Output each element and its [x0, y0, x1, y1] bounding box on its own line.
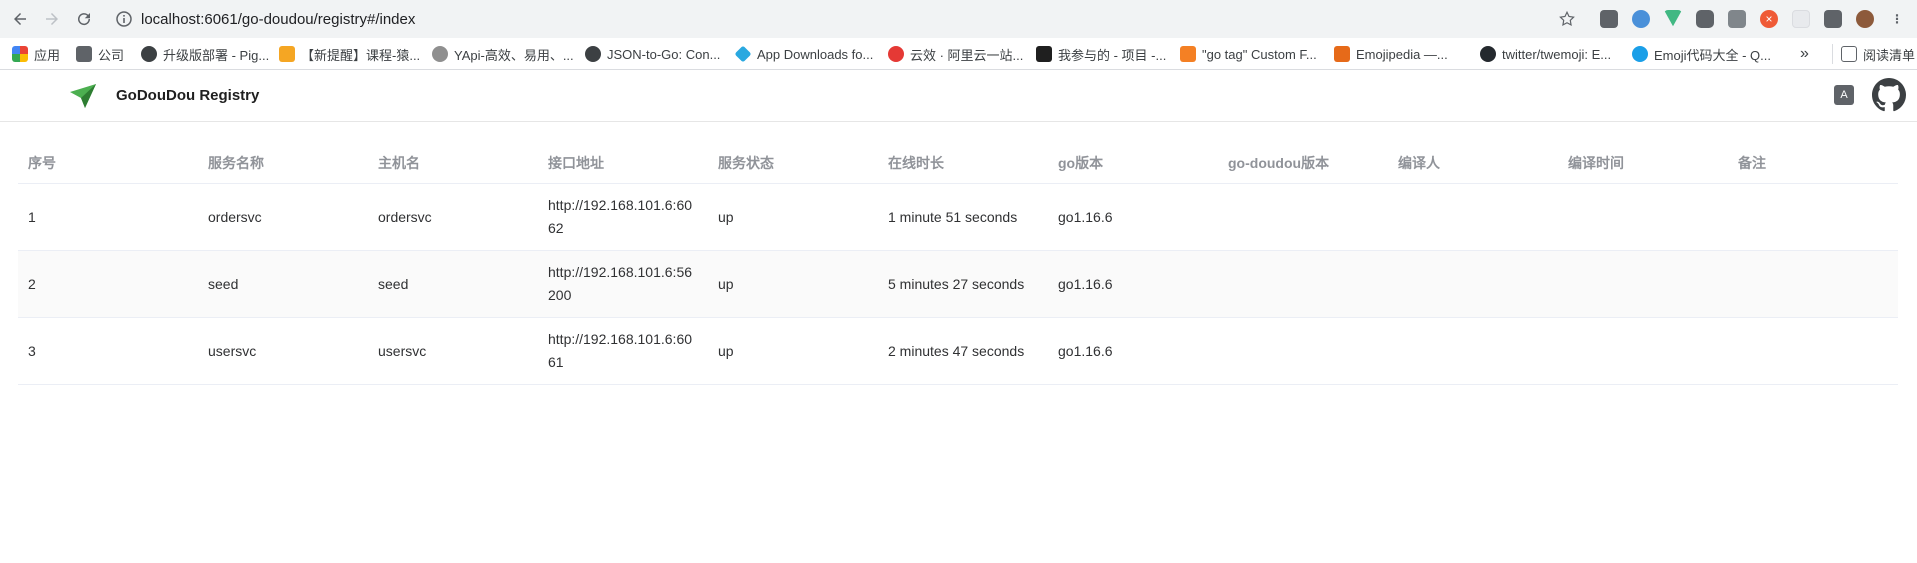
address-bar[interactable]: localhost:6061/go-doudou/registry#/index	[108, 5, 1586, 33]
bookmark-item[interactable]: 我参与的 - 项目 -...	[1036, 44, 1166, 64]
bookmark-item[interactable]: YApi-高效、易用、...	[432, 44, 574, 64]
close-circle-extension-icon[interactable]: ×	[1760, 10, 1778, 28]
registry-table: 序号 服务名称 主机名 接口地址 服务状态 在线时长 go版本 go-doudo…	[18, 142, 1898, 385]
cell-go-version: go1.16.6	[1058, 208, 1113, 225]
reload-icon	[78, 13, 91, 26]
cup-extension-icon[interactable]	[1600, 10, 1618, 28]
apps-grid-icon	[12, 46, 28, 62]
logo-icon	[70, 84, 96, 108]
url-text[interactable]: localhost:6061/go-doudou/registry#/index	[141, 11, 415, 28]
cell-status: up	[718, 342, 734, 359]
column-header-service-name[interactable]: 服务名称	[198, 142, 368, 183]
cell-base-url: http://192.168.101.6:56200	[548, 264, 693, 303]
q-icon	[1632, 46, 1648, 62]
reading-list-icon	[1841, 46, 1857, 62]
app-header: GoDouDou Registry A	[0, 70, 1917, 122]
brand-title: GoDouDou Registry	[116, 87, 260, 104]
avatar[interactable]	[1856, 10, 1874, 28]
bookmark-folder-company[interactable]: 公司	[76, 44, 124, 64]
bookmark-item[interactable]: twitter/twemoji: E...	[1480, 44, 1611, 64]
bookmark-star-icon[interactable]	[1558, 10, 1576, 28]
column-header-build-user[interactable]: 编译人	[1388, 142, 1558, 183]
cell-hostname: usersvc	[378, 342, 427, 359]
back-button[interactable]	[8, 7, 32, 31]
site-favicon-icon	[279, 46, 295, 62]
cell-service-name: usersvc	[208, 342, 257, 359]
blank-extension-icon[interactable]	[1792, 10, 1810, 28]
cell-go-version: go1.16.6	[1058, 275, 1113, 292]
column-header-index[interactable]: 序号	[18, 142, 198, 183]
bookmark-item[interactable]: "go tag" Custom F...	[1180, 44, 1317, 64]
cell-index: 1	[28, 208, 36, 225]
column-header-status[interactable]: 服务状态	[708, 142, 878, 183]
table-header: 序号 服务名称 主机名 接口地址 服务状态 在线时长 go版本 go-doudo…	[18, 142, 1898, 184]
cell-index: 3	[28, 342, 36, 359]
column-header-build-time[interactable]: 编译时间	[1558, 142, 1728, 183]
arrow-left-icon	[14, 13, 26, 25]
table-row[interactable]: 1 ordersvc ordersvc http://192.168.101.6…	[18, 184, 1898, 251]
vue-devtools-icon[interactable]	[1664, 10, 1682, 27]
bookmark-item[interactable]: 【新提醒】课程-猿...	[279, 44, 420, 64]
emojipedia-icon	[1334, 46, 1350, 62]
cell-status: up	[718, 208, 734, 225]
camera-icon[interactable]	[1728, 10, 1746, 28]
bookmark-apps[interactable]: 应用	[12, 44, 60, 64]
cell-uptime: 2 minutes 47 seconds	[888, 342, 1025, 359]
kebab-menu-icon[interactable]: ⋮	[1888, 10, 1906, 28]
yapi-icon	[432, 46, 448, 62]
cell-hostname: ordersvc	[378, 208, 432, 225]
folder-icon	[76, 46, 92, 62]
table-row[interactable]: 2 seed seed http://192.168.101.6:56200 u…	[18, 251, 1898, 318]
bookmark-item[interactable]: 云效 · 阿里云一站...	[888, 44, 1023, 64]
github-icon	[1480, 46, 1496, 62]
bookmark-item[interactable]: JSON-to-Go: Con...	[585, 44, 720, 64]
cell-index: 2	[28, 275, 36, 292]
info-icon[interactable]	[116, 11, 132, 27]
project-icon	[1036, 46, 1052, 62]
pocket-icon[interactable]	[1696, 10, 1714, 28]
bookmark-item[interactable]: Emojipedia —...	[1334, 44, 1448, 64]
stackoverflow-icon	[1180, 46, 1196, 62]
forward-button[interactable]	[40, 7, 64, 31]
github-icon[interactable]	[1872, 78, 1906, 112]
table-row[interactable]: 3 usersvc usersvc http://192.168.101.6:6…	[18, 318, 1898, 385]
cell-hostname: seed	[378, 275, 409, 292]
bookmark-item[interactable]: Emoji代码大全 - Q...	[1632, 44, 1771, 64]
cell-service-name: seed	[208, 275, 239, 292]
cell-uptime: 5 minutes 27 seconds	[888, 275, 1025, 292]
cell-go-version: go1.16.6	[1058, 342, 1113, 359]
arrow-right-icon	[46, 13, 58, 25]
bookmark-item[interactable]: App Downloads fo...	[734, 44, 873, 64]
cell-base-url: http://192.168.101.6:6062	[548, 197, 693, 236]
column-header-base-url[interactable]: 接口地址	[538, 142, 708, 183]
circle-extension-icon[interactable]	[1632, 10, 1650, 28]
globe-icon	[585, 46, 601, 62]
column-header-go-version[interactable]: go版本	[1048, 142, 1218, 183]
column-header-go-doudou-version[interactable]: go-doudou版本	[1218, 142, 1388, 183]
extensions-area: × ⋮	[1600, 9, 1906, 29]
diamond-icon	[734, 45, 752, 63]
cell-base-url: http://192.168.101.6:6061	[548, 331, 693, 370]
column-header-uptime[interactable]: 在线时长	[878, 142, 1048, 183]
bookmark-item[interactable]: 升级版部署 - Pig...	[141, 44, 269, 64]
bookmarks-overflow-button[interactable]: »	[1800, 44, 1809, 64]
translate-icon[interactable]: A	[1834, 85, 1854, 105]
aliyun-icon	[888, 46, 904, 62]
puzzle-icon[interactable]	[1824, 10, 1842, 28]
globe-icon	[141, 46, 157, 62]
column-header-remark[interactable]: 备注	[1728, 142, 1888, 183]
cell-status: up	[718, 275, 734, 292]
reload-button[interactable]	[72, 7, 96, 31]
cell-uptime: 1 minute 51 seconds	[888, 208, 1018, 225]
reading-list-button[interactable]: 阅读清单	[1832, 44, 1915, 64]
bookmarks-bar: 应用 公司 升级版部署 - Pig... 【新提醒】课程-猿... YApi-高…	[0, 38, 1917, 70]
column-header-hostname[interactable]: 主机名	[368, 142, 538, 183]
browser-toolbar: localhost:6061/go-doudou/registry#/index…	[0, 0, 1917, 38]
cell-service-name: ordersvc	[208, 208, 262, 225]
